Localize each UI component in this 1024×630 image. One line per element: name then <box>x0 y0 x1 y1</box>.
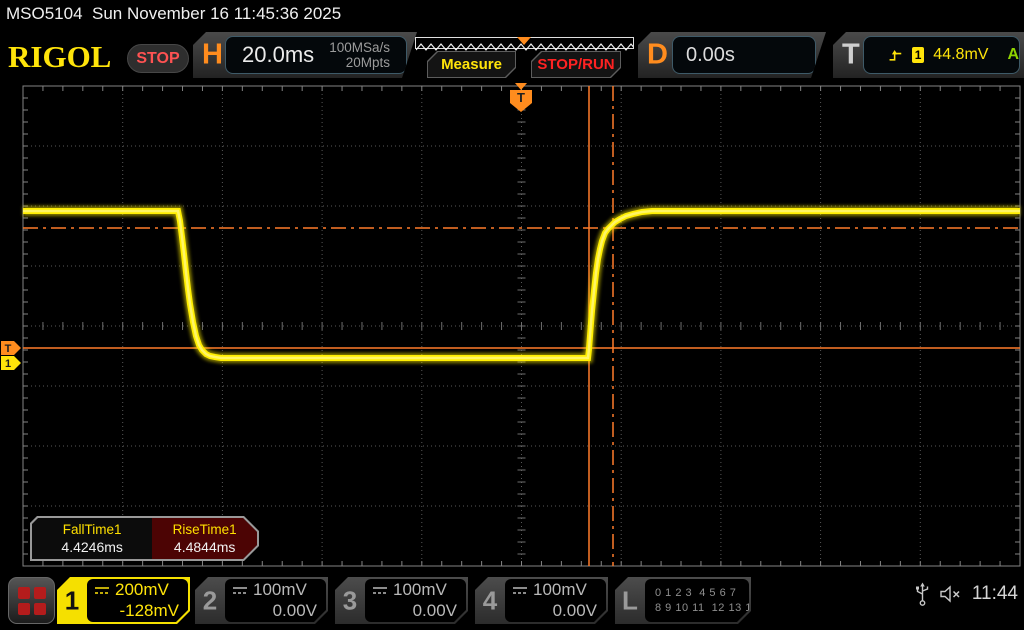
channel-2-number: 2 <box>195 585 225 616</box>
channel-2-scale: 100mV <box>253 580 307 600</box>
channel-2-tab[interactable]: 2 100mV 0.00V <box>195 577 328 624</box>
svg-text:T: T <box>5 343 12 355</box>
sound-muted-icon[interactable] <box>939 585 963 603</box>
usb-icon <box>915 582 930 606</box>
oscilloscope-screen: MSO5104 Sun November 16 11:45:36 2025 RI… <box>0 0 1024 630</box>
channel-4-tab[interactable]: 4 100mV 0.00V <box>475 577 608 624</box>
ch1-trace-core <box>23 211 1020 358</box>
measurement-results-panel: FallTime1 4.4246ms RiseTime1 4.4844ms <box>30 516 259 561</box>
dc-coupling-icon <box>372 585 388 595</box>
channel-3-tab[interactable]: 3 100mV 0.00V <box>335 577 468 624</box>
svg-text:1: 1 <box>5 358 11 370</box>
dc-coupling-icon <box>232 585 248 595</box>
preview-trigger-marker-icon[interactable] <box>517 37 531 45</box>
dc-coupling-icon <box>94 585 110 595</box>
channel-4-number: 4 <box>475 585 505 616</box>
measurement-falltime[interactable]: FallTime1 4.4246ms <box>32 518 152 559</box>
channel-1-number: 1 <box>57 585 87 616</box>
dc-coupling-icon <box>512 585 528 595</box>
channel-4-offset: 0.00V <box>512 601 597 621</box>
ch1-trace-glow <box>23 211 1020 358</box>
digital-channels-row1: 0 1 2 3 4 5 6 7 <box>655 587 740 599</box>
channel-2-offset: 0.00V <box>232 601 317 621</box>
channel-4-scale: 100mV <box>533 580 587 600</box>
channel-status-bar: 1 200mV -128mV 2 <box>0 572 1024 630</box>
channel-3-scale: 100mV <box>393 580 447 600</box>
measurement-risetime[interactable]: RiseTime1 4.4844ms <box>152 518 257 559</box>
channel-1-tab[interactable]: 1 200mV -128mV <box>57 577 190 624</box>
menu-grid-button[interactable] <box>8 577 55 624</box>
channel-1-scale: 200mV <box>115 580 169 600</box>
ch1-trace <box>23 211 1020 358</box>
channel-3-offset: 0.00V <box>372 601 457 621</box>
channel-1-offset: -128mV <box>94 601 179 621</box>
digital-pod-tab[interactable]: L 0 1 2 3 4 5 6 7 8 9 10 11 12 13 14 15 <box>615 577 751 624</box>
clock: 11:44 <box>972 583 1018 605</box>
svg-text:T: T <box>517 90 525 105</box>
digital-channels-row2: 8 9 10 11 12 13 14 15 <box>655 602 740 614</box>
digital-pod-letter: L <box>615 585 645 616</box>
channel-3-number: 3 <box>335 585 365 616</box>
